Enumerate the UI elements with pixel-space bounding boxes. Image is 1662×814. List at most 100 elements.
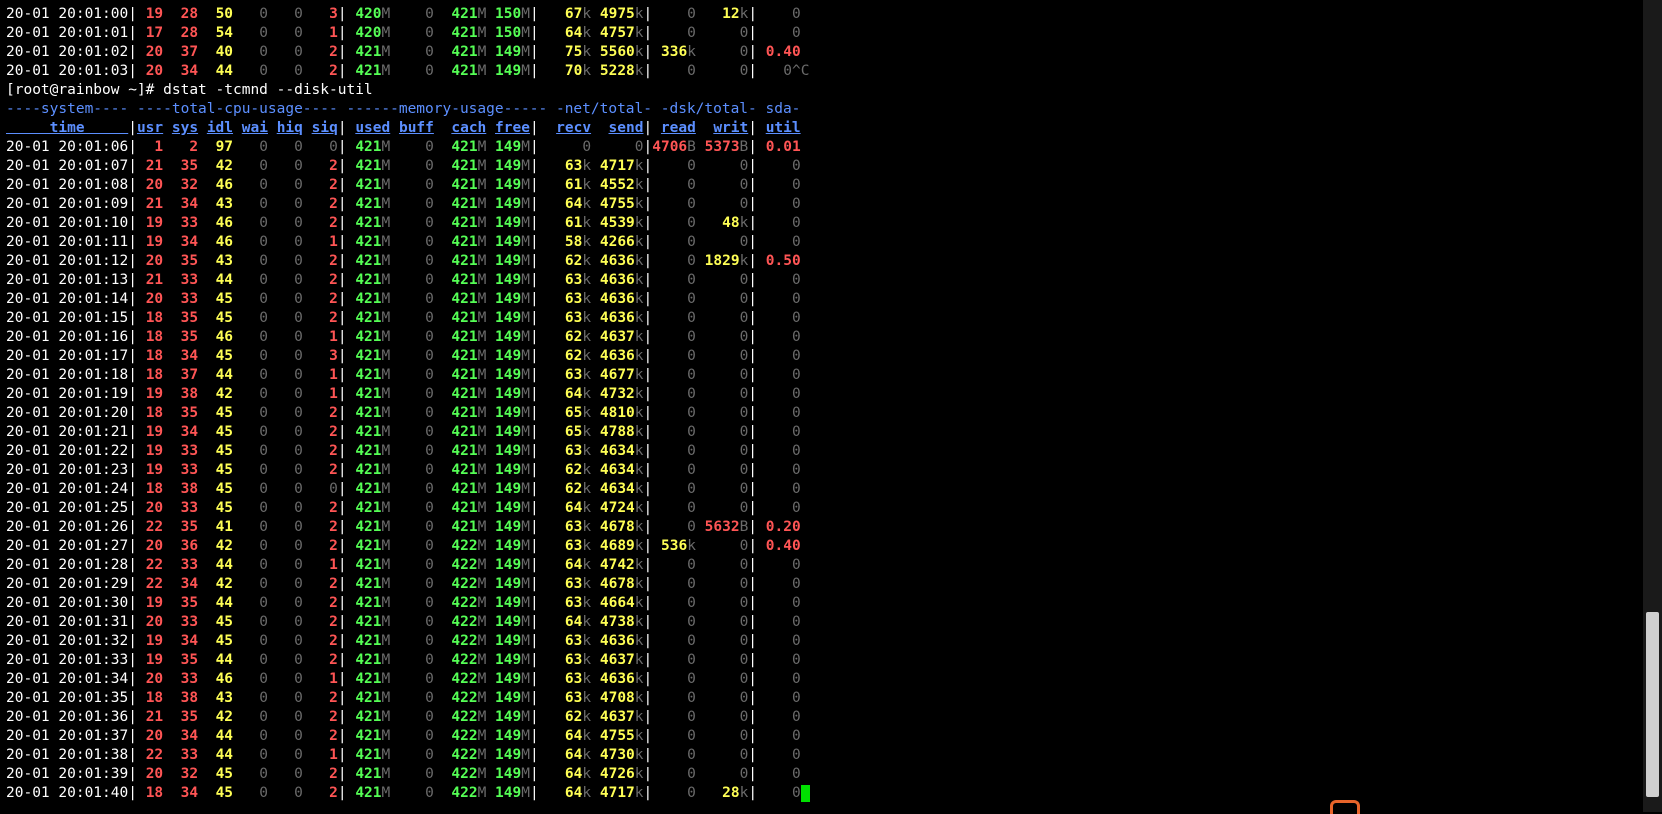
column-separator: |: [337, 44, 347, 60]
column-separator: |: [529, 215, 539, 231]
cpu-usr-cell: 20: [145, 63, 164, 79]
column-separator: |: [643, 405, 653, 421]
sda-util-cell: 0: [791, 614, 801, 630]
unit-suffix: M: [381, 519, 391, 535]
column-separator: |: [643, 234, 653, 250]
dsk-writ-cell: 0: [739, 557, 749, 573]
column-separator: |: [643, 272, 653, 288]
time-cell: 20-01 20:01:36: [6, 709, 129, 725]
net-send-cell: 4678: [599, 519, 635, 535]
scrollbar-thumb[interactable]: [1646, 612, 1659, 797]
dsk-writ-cell: 0: [739, 538, 749, 554]
dsk-read-cell: 4706: [652, 139, 688, 155]
column-separator: |: [748, 462, 758, 478]
cpu-usr-cell: 18: [145, 367, 164, 383]
sda-util-cell: 0: [791, 310, 801, 326]
unit-suffix: k: [634, 462, 644, 478]
scrollbar[interactable]: [1643, 0, 1662, 812]
unit-suffix: k: [582, 44, 592, 60]
net-recv-cell: 64: [564, 766, 583, 782]
unit-suffix: M: [477, 405, 487, 421]
net-send-cell: 4664: [599, 595, 635, 611]
dsk-writ-cell: 0: [739, 652, 749, 668]
table-row: 20-01 20:01:22| 19 33 45 0 0 2| 421M 0 4…: [6, 442, 1636, 461]
dsk-read-cell: 0: [687, 177, 696, 193]
column-separator: |: [643, 63, 653, 79]
cpu-wai-cell: 0: [259, 310, 268, 326]
mem-free-cell: 149: [495, 139, 522, 155]
unit-suffix: M: [381, 614, 391, 630]
column-header-recv: recv: [556, 120, 592, 136]
unit-suffix: M: [521, 652, 530, 668]
column-separator: |: [529, 272, 539, 288]
net-recv-cell: 64: [564, 785, 583, 801]
unit-suffix: M: [521, 310, 530, 326]
cpu-idl-cell: 44: [215, 367, 234, 383]
column-separator: |: [128, 443, 137, 459]
dsk-writ-cell: 0: [739, 386, 749, 402]
cpu-usr-cell: 22: [145, 557, 164, 573]
net-recv-cell: 63: [564, 595, 583, 611]
net-send-cell: 4678: [599, 576, 635, 592]
table-row: 20-01 20:01:39| 20 32 45 0 0 2| 421M 0 4…: [6, 765, 1636, 784]
unit-suffix: M: [477, 500, 487, 516]
mem-buff-cell: 0: [425, 158, 434, 174]
cpu-hiq-cell: 0: [294, 709, 303, 725]
cpu-siq-cell: 2: [329, 595, 338, 611]
terminal-output[interactable]: 20-01 20:01:00| 19 28 50 0 0 3| 420M 0 4…: [6, 5, 1636, 810]
mem-used-cell: 421: [355, 196, 382, 212]
cpu-hiq-cell: 0: [294, 766, 303, 782]
column-separator: |: [128, 747, 137, 763]
net-recv-cell: 62: [564, 481, 583, 497]
unit-suffix: k: [582, 671, 592, 687]
column-separator: |: [128, 709, 137, 725]
column-separator: |: [128, 614, 137, 630]
time-cell: 20-01 20:01:39: [6, 766, 129, 782]
cpu-idl-cell: 45: [215, 310, 234, 326]
dsk-writ-cell: 0: [739, 310, 749, 326]
cpu-idl-cell: 50: [215, 6, 234, 22]
mem-cach-cell: 421: [451, 500, 478, 516]
cpu-siq-cell: 2: [329, 576, 338, 592]
cpu-siq-cell: 2: [329, 652, 338, 668]
sda-util-cell: 0: [791, 291, 801, 307]
dsk-writ-cell: 0: [739, 291, 749, 307]
table-row: 20-01 20:01:20| 18 35 45 0 0 2| 421M 0 4…: [6, 404, 1636, 423]
table-row: 20-01 20:01:14| 20 33 45 0 0 2| 421M 0 4…: [6, 290, 1636, 309]
cpu-hiq-cell: 0: [294, 728, 303, 744]
mem-cach-cell: 421: [451, 177, 478, 193]
cpu-sys-cell: 34: [180, 633, 199, 649]
mem-cach-cell: 421: [451, 443, 478, 459]
time-cell: 20-01 20:01:24: [6, 481, 129, 497]
dsk-writ-cell: 0: [739, 766, 749, 782]
net-recv-cell: 62: [564, 253, 583, 269]
sda-util-cell: 0.40: [765, 538, 801, 554]
column-separator: |: [748, 519, 758, 535]
unit-suffix: M: [477, 44, 487, 60]
column-separator: |: [643, 6, 653, 22]
column-separator: |: [529, 595, 539, 611]
unit-suffix: M: [381, 709, 391, 725]
unit-suffix: k: [582, 462, 592, 478]
mem-free-cell: 149: [495, 310, 522, 326]
unit-suffix: M: [381, 177, 391, 193]
column-separator: |: [748, 690, 758, 706]
net-recv-cell: 0: [582, 139, 592, 155]
net-send-cell: 4755: [599, 728, 635, 744]
cpu-usr-cell: 20: [145, 671, 164, 687]
unit-suffix: k: [582, 690, 592, 706]
cpu-idl-cell: 45: [215, 481, 234, 497]
column-separator: |: [337, 652, 347, 668]
sda-util-cell: 0: [791, 709, 801, 725]
cpu-hiq-cell: 0: [294, 671, 303, 687]
mem-buff-cell: 0: [425, 728, 434, 744]
mem-buff-cell: 0: [425, 690, 434, 706]
net-send-cell: 4636: [599, 633, 635, 649]
cpu-siq-cell: 0: [329, 481, 338, 497]
net-send-cell: 4677: [599, 367, 635, 383]
cpu-idl-cell: 43: [215, 196, 234, 212]
column-header-used: used: [355, 120, 391, 136]
column-separator: |: [748, 671, 758, 687]
mem-free-cell: 150: [495, 6, 522, 22]
dsk-read-cell: 0: [687, 63, 696, 79]
